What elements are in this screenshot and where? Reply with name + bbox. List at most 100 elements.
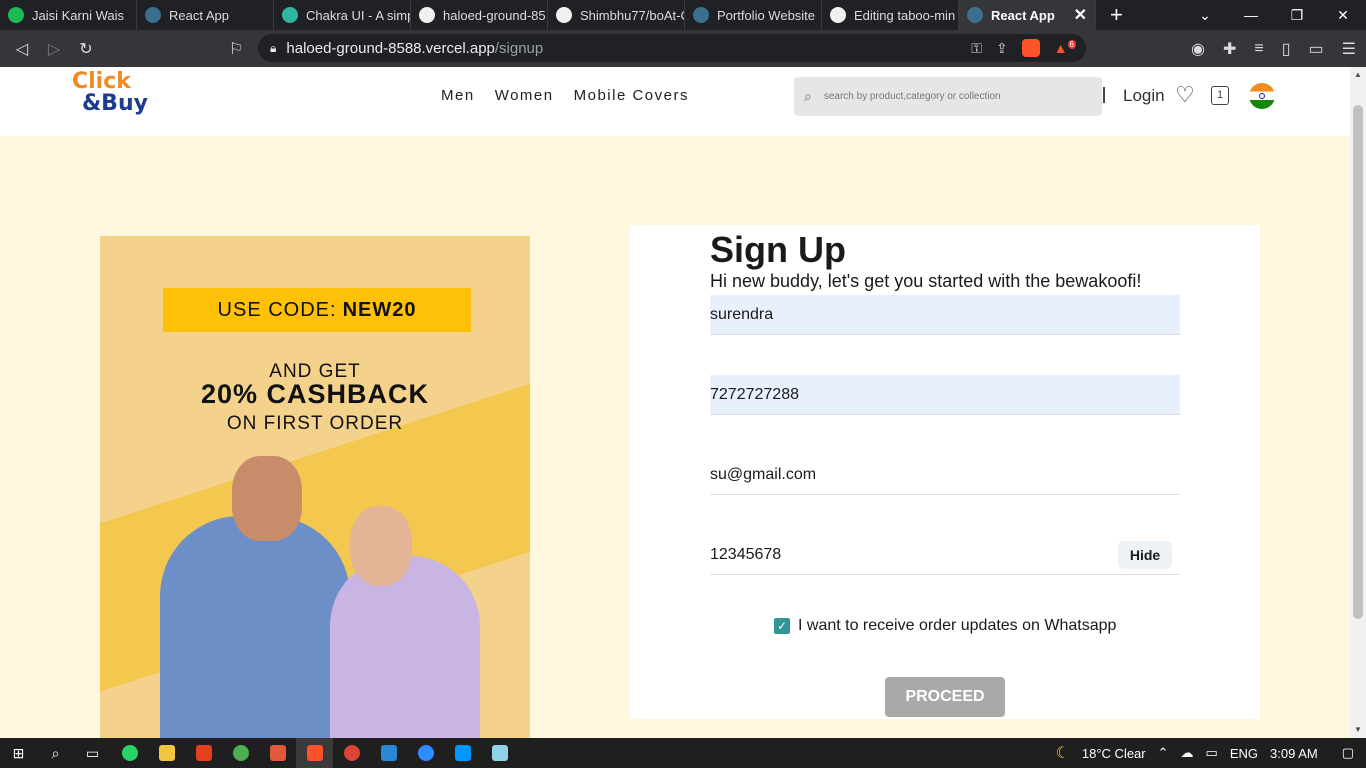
system-tray: ☾ 18°C Clear ⌃ ☁ ▭ ENG 3:09 AM ▢ <box>1056 738 1366 768</box>
github-icon <box>830 7 846 23</box>
brave-rewards-icon[interactable]: ▲ 6 <box>1054 40 1076 56</box>
restore-button[interactable]: ❐ <box>1274 7 1320 24</box>
chakra-icon <box>282 7 298 23</box>
whatsapp-icon[interactable] <box>111 738 148 768</box>
wallet-icon[interactable]: ▭ <box>1309 39 1324 59</box>
search-icon[interactable]: ⌕ <box>37 738 74 768</box>
email-field[interactable]: su@gmail.com <box>710 455 1180 495</box>
clock[interactable]: 3:09 AM <box>1270 746 1318 761</box>
promo-line3: ON FIRST ORDER <box>226 413 404 434</box>
browser-tab-strip: Jaisi Karni Wais React App Chakra UI - A… <box>0 0 1366 30</box>
notifications-icon[interactable]: ▢ <box>1342 745 1354 761</box>
react-icon <box>967 7 983 23</box>
nav-women[interactable]: Women <box>495 87 554 104</box>
promo-models-image <box>160 456 480 738</box>
zoom-icon[interactable] <box>407 738 444 768</box>
forward-icon[interactable]: ▷ <box>38 39 70 59</box>
browser-tab-active[interactable]: React App ✕ <box>959 0 1096 30</box>
store-icon[interactable] <box>370 738 407 768</box>
react-icon <box>145 7 161 23</box>
scrollbar-thumb[interactable] <box>1353 105 1363 619</box>
new-tab-button[interactable]: + <box>1110 2 1134 28</box>
browser-tab[interactable]: React App <box>137 0 274 30</box>
task-view-icon[interactable]: ▭ <box>74 738 111 768</box>
github-icon <box>556 7 572 23</box>
site-header: Click &Buy Men Women Mobile Covers ⌕ sea… <box>0 67 1350 136</box>
signup-card: Sign Up Hi new buddy, let's get you star… <box>630 225 1260 719</box>
file-explorer-icon[interactable] <box>148 738 185 768</box>
password-value: 12345678 <box>710 545 782 563</box>
brave-shield-icon[interactable] <box>1021 39 1040 57</box>
brave-icon[interactable] <box>296 738 333 768</box>
wishlist-heart-icon[interactable]: ♡ <box>1175 82 1195 108</box>
hide-password-button[interactable]: Hide <box>1118 541 1172 569</box>
login-link[interactable]: Login <box>1123 86 1165 106</box>
battery-icon[interactable]: ▭ <box>1206 745 1218 761</box>
search-icon: ⌕ <box>804 88 812 104</box>
password-field[interactable]: 12345678 Hide <box>710 535 1180 575</box>
bookmark-icon[interactable]: ⚐ <box>220 39 252 59</box>
app-icon[interactable] <box>222 738 259 768</box>
checkbox-checked-icon[interactable]: ✓ <box>774 618 790 634</box>
close-window-button[interactable]: ✕ <box>1320 7 1366 24</box>
windows-start-icon[interactable]: ⊞ <box>0 738 37 768</box>
lock-icon: 🔒︎ <box>270 40 277 55</box>
github-icon <box>419 7 435 23</box>
vpn-icon[interactable]: ◉ <box>1191 39 1205 59</box>
browser-tab[interactable]: Jaisi Karni Wais <box>0 0 137 30</box>
key-icon[interactable]: ⚿ <box>971 40 982 57</box>
notepad-icon[interactable] <box>481 738 518 768</box>
tray-chevron-icon[interactable]: ⌃ <box>1158 745 1169 761</box>
whatsapp-option[interactable]: ✓ I want to receive order updates on Wha… <box>774 617 1116 635</box>
proceed-button[interactable]: PROCEED <box>885 677 1005 717</box>
chrome-icon[interactable] <box>333 738 370 768</box>
extensions-icon[interactable]: ✚ <box>1223 39 1236 59</box>
main-nav: Men Women Mobile Covers <box>441 87 689 104</box>
search-placeholder: search by product,category or collection <box>823 91 1001 102</box>
page-scrollbar[interactable]: ▲ ▼ <box>1350 67 1366 738</box>
url-path: /signup <box>494 39 544 57</box>
weather-moon-icon: ☾ <box>1055 745 1070 762</box>
page-title: Sign Up <box>710 229 846 270</box>
browser-tab[interactable]: haloed-ground-85 <box>411 0 548 30</box>
rewards-badge: 6 <box>1067 40 1076 50</box>
cart-bag-icon[interactable]: 1 <box>1211 86 1229 105</box>
back-icon[interactable]: ◁ <box>6 39 38 59</box>
tab-search-icon[interactable]: ⌄ <box>1182 7 1228 24</box>
nav-mobile-covers[interactable]: Mobile Covers <box>574 87 689 104</box>
address-bar-actions: ⚿ ⇪ ▲ 6 <box>971 39 1076 57</box>
office-icon[interactable] <box>185 738 222 768</box>
menu-icon[interactable]: ☰ <box>1342 39 1356 59</box>
extensions-area: ◉ ✚ ≡ ▯ ▭ ☰ <box>1191 30 1356 67</box>
address-bar[interactable]: 🔒︎ haloed-ground-8588.vercel.app/signup … <box>258 34 1086 62</box>
browser-tab[interactable]: Chakra UI - A simp <box>274 0 411 30</box>
playlist-icon[interactable]: ≡ <box>1254 40 1263 58</box>
app-icon[interactable] <box>259 738 296 768</box>
language-indicator[interactable]: ENG <box>1230 746 1258 761</box>
close-tab-icon[interactable]: ✕ <box>1074 5 1087 25</box>
minimize-button[interactable]: — <box>1228 7 1274 23</box>
browser-tab[interactable]: Editing taboo-min <box>822 0 959 30</box>
page: Click &Buy Men Women Mobile Covers ⌕ sea… <box>0 67 1350 738</box>
vscode-icon[interactable] <box>444 738 481 768</box>
india-flag-icon[interactable] <box>1249 83 1275 109</box>
search-input[interactable]: ⌕ search by product,category or collecti… <box>794 77 1102 116</box>
react-icon <box>693 7 709 23</box>
scroll-down-icon[interactable]: ▼ <box>1354 725 1362 734</box>
sidebar-icon[interactable]: ▯ <box>1282 39 1291 59</box>
share-icon[interactable]: ⇪ <box>996 40 1008 57</box>
promo-banner: USE CODE: NEW20 AND GET 20% CASHBACK ON F… <box>100 236 530 738</box>
nav-men[interactable]: Men <box>441 87 475 104</box>
whatsapp-label: I want to receive order updates on Whats… <box>798 617 1117 634</box>
browser-tab[interactable]: Portfolio Website <box>685 0 822 30</box>
name-field[interactable]: surendra <box>710 295 1180 335</box>
reload-icon[interactable]: ↻ <box>70 39 102 59</box>
window-controls: ⌄ — ❐ ✕ <box>1182 0 1366 30</box>
weather-text[interactable]: 18°C Clear <box>1082 746 1146 761</box>
phone-field[interactable]: 7272727288 <box>710 375 1180 415</box>
scroll-up-icon[interactable]: ▲ <box>1354 70 1362 79</box>
logo[interactable]: Click &Buy <box>72 71 148 127</box>
browser-tab[interactable]: Shimbhu77/boAt-C <box>548 0 685 30</box>
network-icon[interactable]: ☁ <box>1181 745 1194 761</box>
header-divider <box>1103 87 1105 103</box>
